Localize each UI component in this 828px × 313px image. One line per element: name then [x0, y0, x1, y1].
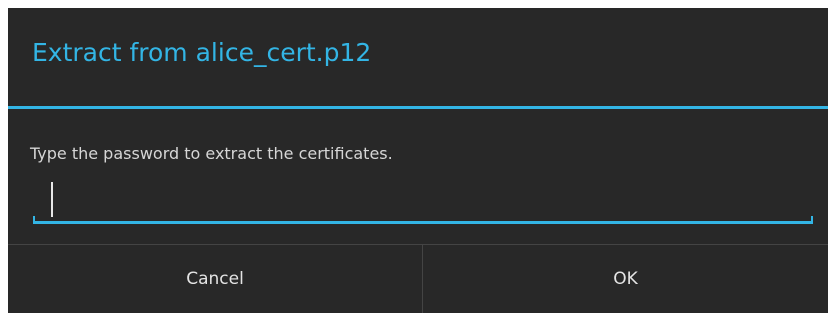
- dialog-message: Type the password to extract the certifi…: [30, 144, 393, 163]
- dialog-title: Extract from alice_cert.p12: [32, 38, 372, 67]
- dialog-title-bar: Extract from alice_cert.p12: [8, 8, 828, 106]
- ok-button[interactable]: OK: [423, 245, 828, 313]
- cancel-button[interactable]: Cancel: [8, 245, 422, 313]
- extract-certificate-dialog: Extract from alice_cert.p12 Type the pas…: [8, 8, 828, 313]
- input-underline-right-tick: [811, 216, 813, 224]
- text-cursor: [51, 182, 53, 217]
- title-divider: [8, 106, 828, 109]
- input-underline: [33, 221, 813, 224]
- dialog-button-bar: Cancel OK: [8, 244, 828, 313]
- password-input[interactable]: [33, 176, 813, 224]
